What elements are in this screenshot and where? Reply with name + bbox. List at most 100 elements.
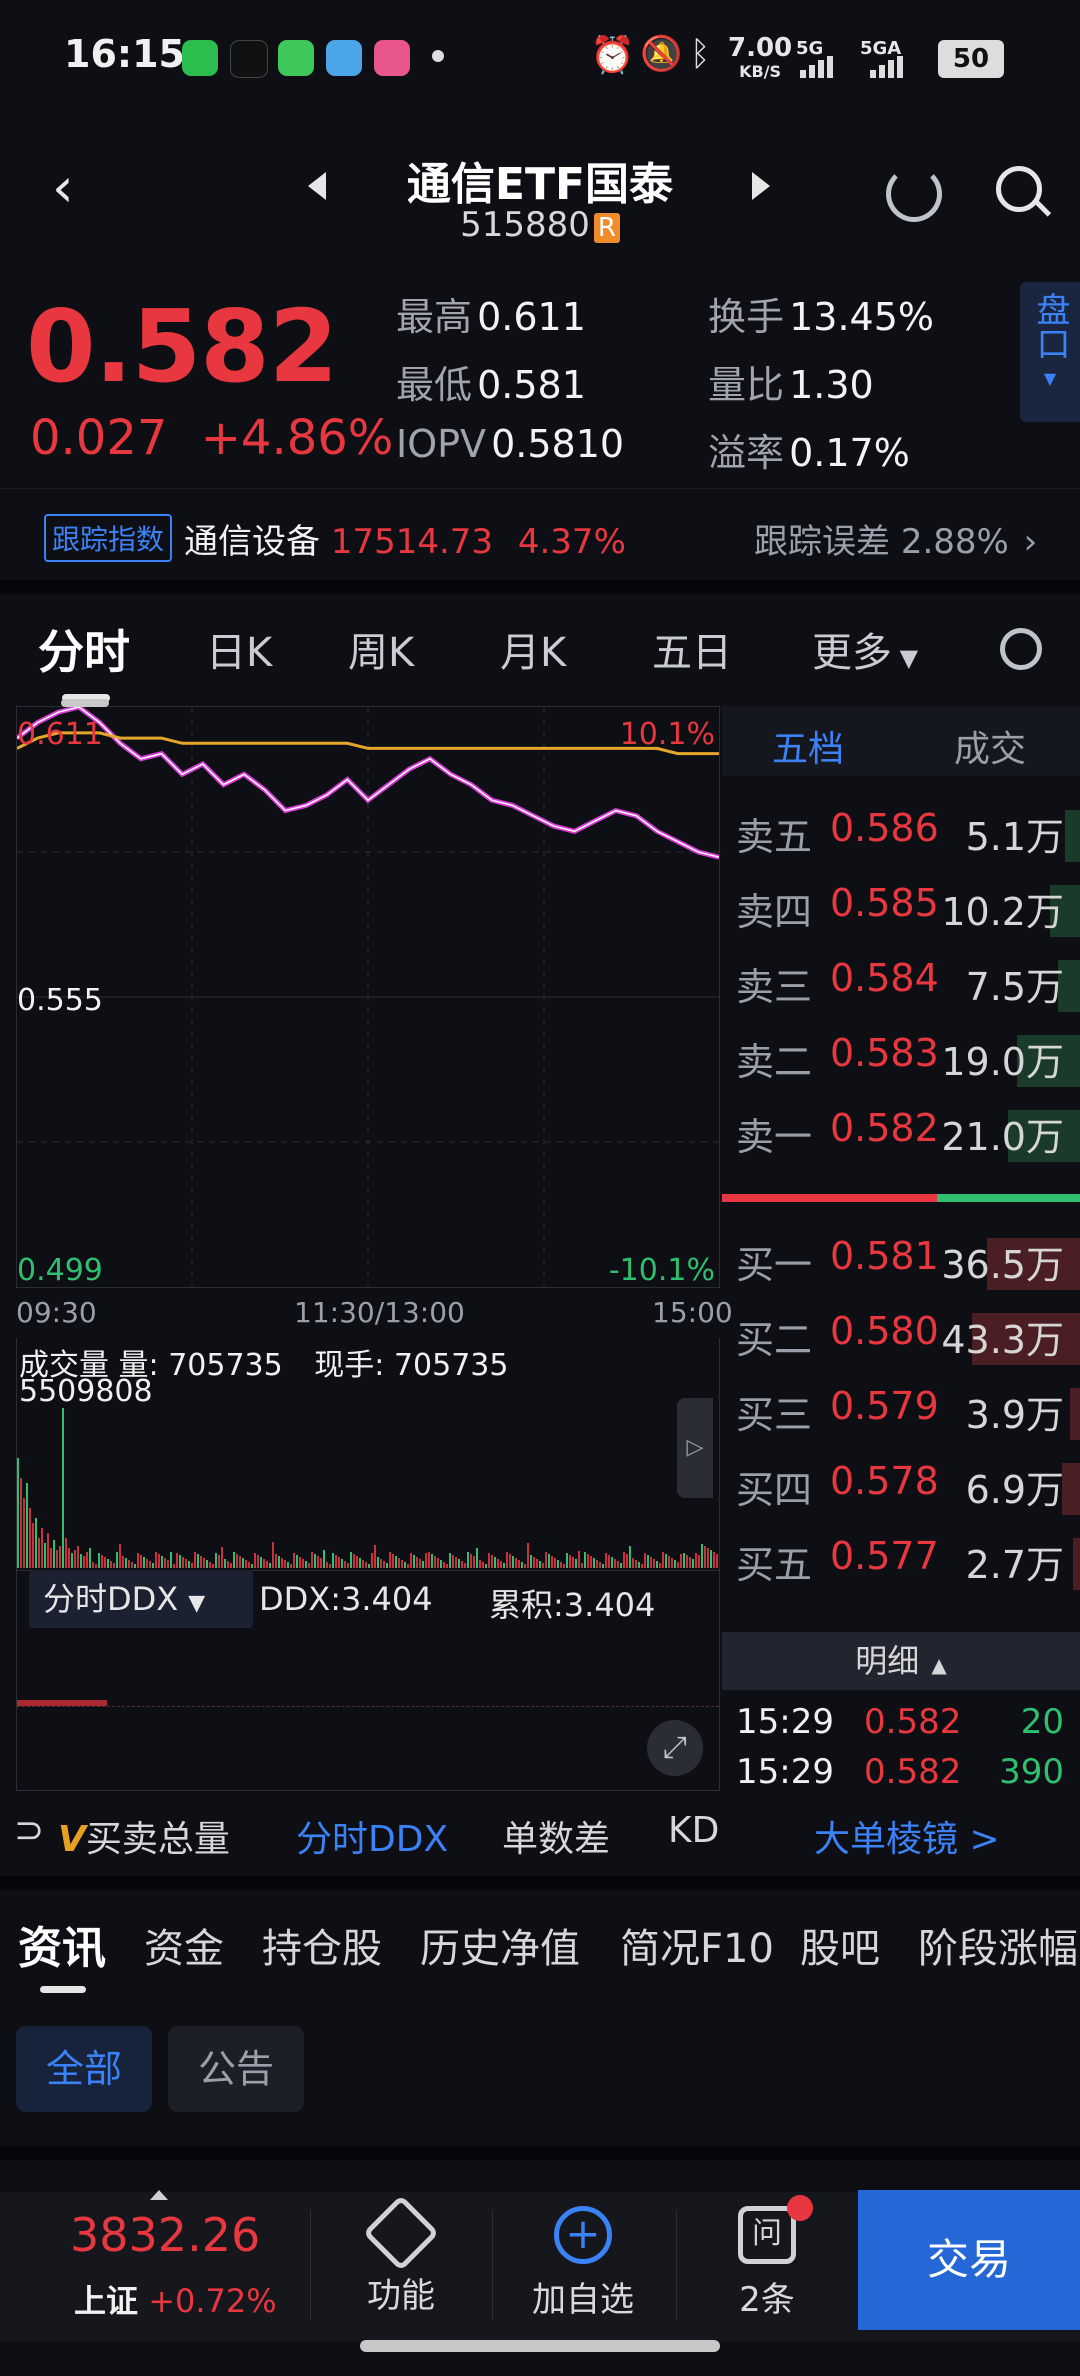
- volume-bar: [653, 1559, 655, 1568]
- next-stock-icon[interactable]: [752, 172, 770, 200]
- collapse-panel-handle[interactable]: ▷: [677, 1398, 713, 1498]
- level-price: 0.584: [830, 956, 939, 1000]
- volume-bar: [476, 1548, 478, 1568]
- volume-bar: [251, 1564, 253, 1568]
- buy-level-row[interactable]: 买三 0.579 3.9万: [722, 1384, 1080, 1444]
- volume-bar: [317, 1556, 319, 1568]
- volume-bar: [587, 1554, 589, 1568]
- ddx-selector[interactable]: 分时DDX ▼: [29, 1570, 253, 1628]
- subtab-kd[interactable]: KD: [668, 1810, 719, 1851]
- index-expand-icon[interactable]: [150, 2190, 168, 2200]
- messages-button[interactable]: 问 2条: [682, 2195, 852, 2338]
- volume-bar: [53, 1540, 55, 1568]
- volume-bar: [278, 1556, 280, 1568]
- tab-nav-history[interactable]: 历史净值: [420, 1916, 580, 1974]
- tab-intraday[interactable]: 分时: [38, 616, 130, 682]
- volume-bar: [329, 1564, 331, 1568]
- volume-bar: [344, 1561, 346, 1568]
- volume-bar: [563, 1564, 565, 1568]
- index-info: 上证 +0.72%: [74, 2282, 277, 2320]
- volume-bar: [185, 1559, 187, 1568]
- tab-trades[interactable]: 成交: [954, 720, 1026, 772]
- volume-bar: [128, 1560, 130, 1568]
- subtab-buy-sell-total[interactable]: V买卖总量: [58, 1810, 230, 1862]
- volume-bar: [221, 1547, 223, 1568]
- sell-level-row[interactable]: 卖一 0.582 21.0万: [722, 1106, 1080, 1166]
- function-button[interactable]: 功能: [316, 2194, 486, 2338]
- battery-icon: 50: [938, 40, 1004, 78]
- trade-volume: 20: [1020, 1702, 1064, 1742]
- news-tab-indicator: [40, 1986, 86, 1993]
- volume-bar: [617, 1561, 619, 1568]
- filter-announcement[interactable]: 公告: [168, 2026, 304, 2112]
- volume-bar: [314, 1554, 316, 1568]
- volume-bar: [356, 1556, 358, 1568]
- volume-bar: [152, 1563, 154, 1568]
- add-watchlist-button[interactable]: + 加自选: [498, 2198, 668, 2338]
- subtab-count-diff[interactable]: 单数差: [502, 1810, 610, 1862]
- tab-forum[interactable]: 股吧: [800, 1916, 880, 1974]
- sell-level-row[interactable]: 卖四 0.585 10.2万: [722, 881, 1080, 941]
- home-indicator[interactable]: [360, 2340, 720, 2352]
- sell-level-row[interactable]: 卖五 0.586 5.1万: [722, 806, 1080, 866]
- volume-bar: [170, 1552, 172, 1568]
- tab-month-k[interactable]: 月K: [500, 620, 566, 678]
- volume-bar: [212, 1564, 214, 1568]
- buy-level-row[interactable]: 买一 0.581 36.5万: [722, 1234, 1080, 1294]
- intraday-chart[interactable]: 0.611 0.555 0.499 10.1% -10.1%: [16, 699, 720, 1288]
- expand-icon[interactable]: ⤢: [647, 1720, 703, 1776]
- tab-period-gain[interactable]: 阶段涨幅: [918, 1916, 1078, 1974]
- buy-level-row[interactable]: 买二 0.580 43.3万: [722, 1309, 1080, 1369]
- volume-bar: [524, 1564, 526, 1568]
- trade-time: 15:29: [736, 1702, 834, 1742]
- tab-five-levels[interactable]: 五档: [772, 720, 844, 772]
- volume-bar: [113, 1563, 115, 1568]
- tab-holdings[interactable]: 持仓股: [262, 1916, 382, 1974]
- sell-level-row[interactable]: 卖三 0.584 7.5万: [722, 956, 1080, 1016]
- volume-bar: [35, 1518, 37, 1568]
- subtab-big-order[interactable]: 大单棱镜 >: [814, 1810, 1000, 1862]
- volume-bar: [539, 1561, 541, 1568]
- tab-week-k[interactable]: 周K: [348, 620, 414, 678]
- volume-bar: [491, 1555, 493, 1568]
- buy-level-row[interactable]: 买五 0.577 2.7万: [722, 1534, 1080, 1594]
- stat-premium: 溢率 0.17%: [708, 431, 910, 475]
- sell-level-row[interactable]: 卖二 0.583 19.0万: [722, 1031, 1080, 1091]
- pankou-button[interactable]: 盘口 ▼: [1020, 282, 1080, 422]
- volume-bar: [359, 1558, 361, 1568]
- ddx-bar: [17, 1700, 107, 1706]
- volume-bar: [656, 1561, 658, 1568]
- volume-bar: [257, 1555, 259, 1568]
- volume-bar: [149, 1561, 151, 1568]
- level-label: 卖四: [736, 890, 813, 934]
- subtab-ddx[interactable]: 分时DDX: [296, 1810, 448, 1862]
- volume-bar: [245, 1560, 247, 1568]
- trade-button[interactable]: 交易: [858, 2190, 1080, 2330]
- volume-bar: [191, 1563, 193, 1568]
- level-volume: 7.5万: [965, 965, 1064, 1009]
- tab-funds[interactable]: 资金: [144, 1916, 224, 1974]
- tab-f10[interactable]: 简况F10: [620, 1916, 774, 1974]
- volume-bar: [77, 1546, 79, 1568]
- wechat-icon: [182, 40, 218, 76]
- ddx-chart[interactable]: 分时DDX ▼ DDX:3.404 累积:3.404 ⤢: [16, 1570, 720, 1791]
- alarm-icon: ⏰: [590, 35, 635, 76]
- tab-more[interactable]: 更多 ▼: [812, 620, 918, 678]
- settings-gear-icon[interactable]: [1000, 628, 1042, 670]
- detail-header[interactable]: 明细 ▲: [722, 1632, 1080, 1690]
- index-value[interactable]: 3832.26: [70, 2208, 260, 2262]
- section-divider-2: [0, 1876, 1080, 1890]
- tab-five-day[interactable]: 五日: [652, 620, 732, 678]
- filter-all[interactable]: 全部: [16, 2026, 152, 2112]
- tab-news[interactable]: 资讯: [18, 1912, 106, 1976]
- section-divider: [0, 580, 1080, 594]
- mute-icon: 🔕: [640, 34, 683, 74]
- volume-bar: [44, 1543, 46, 1568]
- volume-bar: [368, 1564, 370, 1568]
- chart-drag-handle[interactable]: [61, 699, 109, 707]
- level-price: 0.583: [830, 1031, 939, 1075]
- refresh-icon[interactable]: [886, 166, 942, 222]
- buy-level-row[interactable]: 买四 0.578 6.9万: [722, 1459, 1080, 1519]
- volume-chart[interactable]: 成交量 量: 705735 现手: 705735 5509808 ▷: [16, 1338, 720, 1571]
- tab-day-k[interactable]: 日K: [206, 620, 272, 678]
